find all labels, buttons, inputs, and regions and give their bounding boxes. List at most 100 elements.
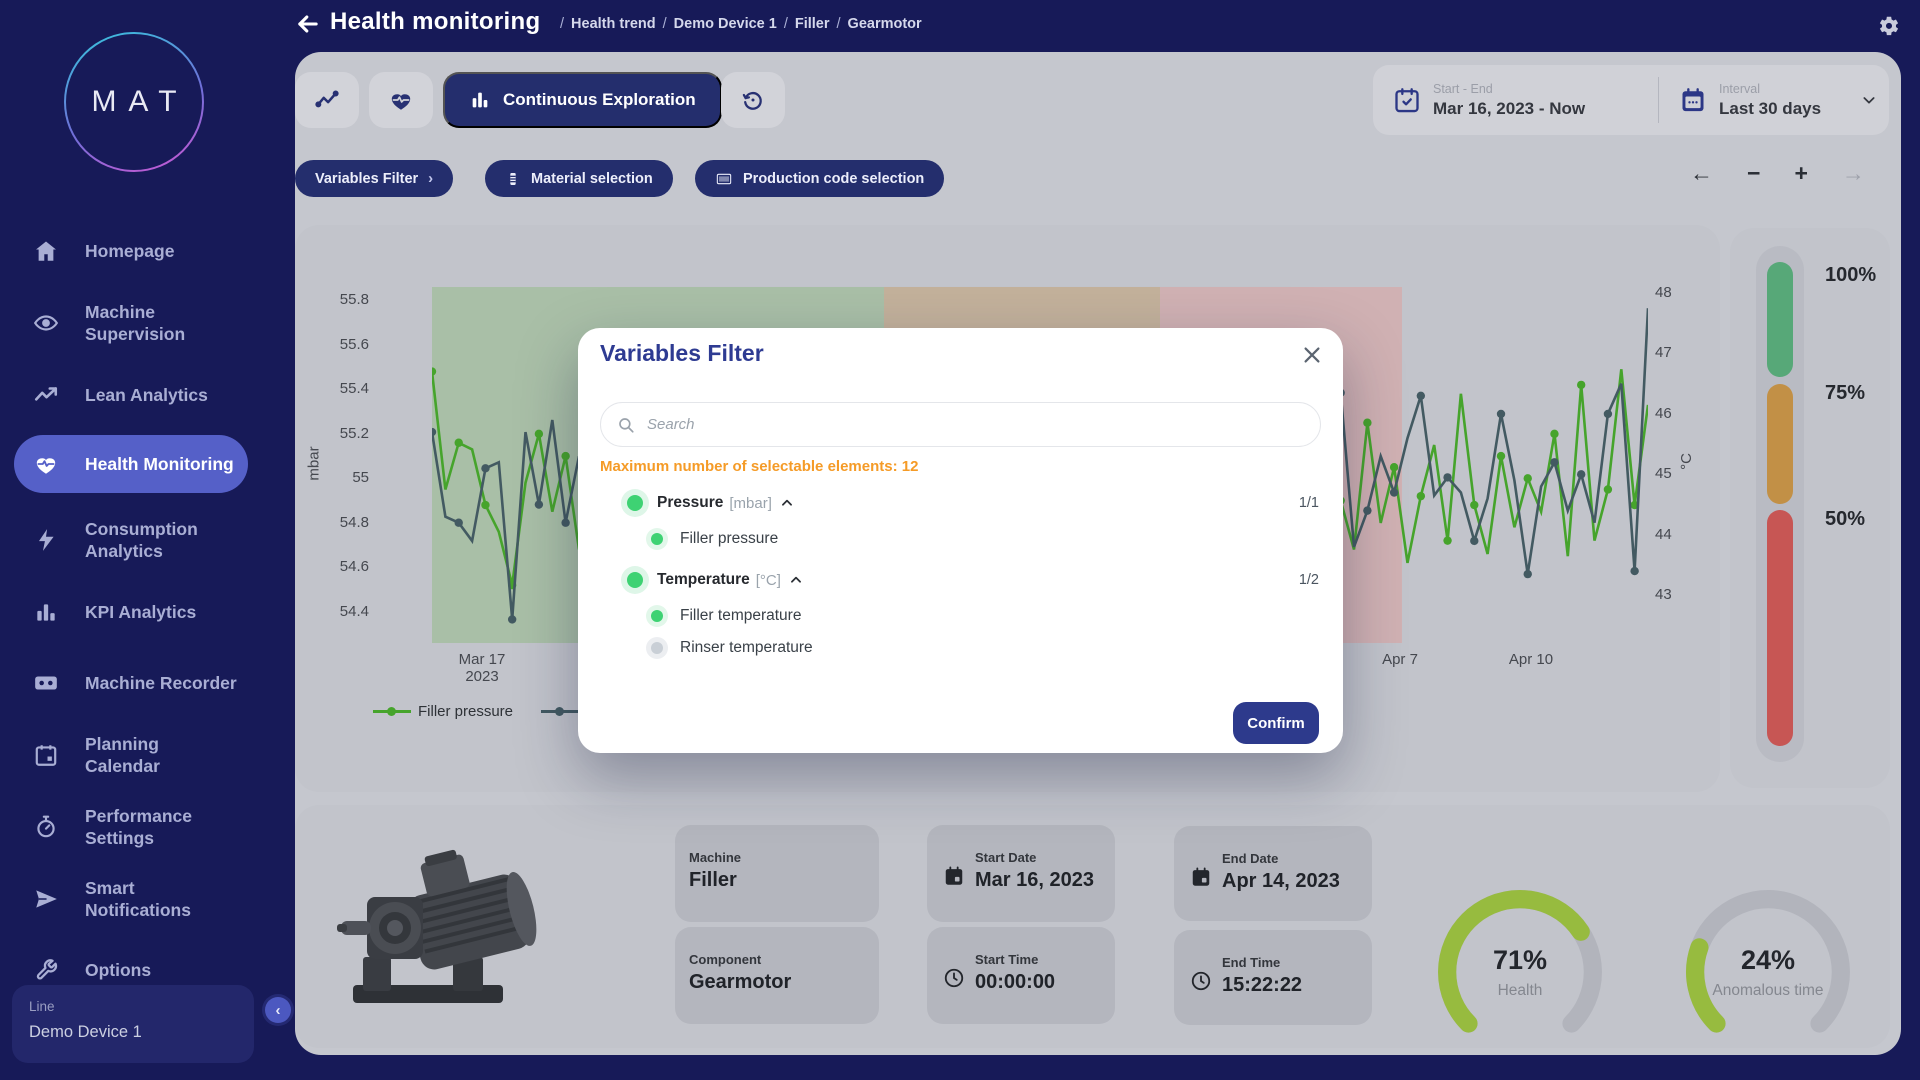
production-code-selection-chip-label: Production code selection xyxy=(743,171,924,187)
right-tick: 48 xyxy=(1655,284,1672,301)
breadcrumb-item-filler[interactable]: Filler xyxy=(795,16,830,32)
line-selector-panel[interactable]: Line Demo Device 1 xyxy=(12,985,254,1063)
sidebar-item-label: Homepage xyxy=(85,240,174,262)
health-view-button[interactable] xyxy=(369,72,433,128)
line-chart-icon xyxy=(314,87,340,113)
cassette-icon xyxy=(33,670,59,696)
right-tick: 45 xyxy=(1655,465,1672,482)
selected-dot-icon[interactable] xyxy=(627,572,643,588)
paper-plane-icon xyxy=(33,886,59,912)
interval-picker[interactable]: Interval Last 30 days xyxy=(1659,65,1877,135)
machine-card: Machine Filler xyxy=(675,825,879,922)
start-time-label: Start Time xyxy=(975,952,1101,967)
sidebar-item-kpi-analytics[interactable]: KPI Analytics xyxy=(0,589,262,635)
start-end-label: Start - End xyxy=(1433,82,1585,96)
trend-line-icon xyxy=(33,382,59,408)
tree-item-label: Filler pressure xyxy=(680,530,778,548)
sidebar-item-homepage[interactable]: Homepage xyxy=(0,228,262,274)
breadcrumb-separator: / xyxy=(663,16,667,32)
left-tick: 55.6 xyxy=(295,336,369,353)
tree-item-filler-pressure[interactable]: Filler pressure xyxy=(578,522,1343,556)
material-selection-chip[interactable]: Material selection xyxy=(485,160,673,197)
chevron-up-icon[interactable] xyxy=(789,573,803,587)
sidebar-item-lean-analytics[interactable]: Lean Analytics xyxy=(0,372,262,418)
left-tick: 55 xyxy=(295,469,369,486)
component-card: Component Gearmotor xyxy=(675,927,879,1024)
sidebar-item-health-monitoring[interactable]: Health Monitoring xyxy=(14,435,248,493)
selected-dot-icon[interactable] xyxy=(651,533,663,545)
component-label: Component xyxy=(689,952,865,967)
asset-info-panel: Machine Filler Component Gearmotor Start… xyxy=(295,805,1890,1048)
production-code-selection-chip[interactable]: Production code selection xyxy=(695,160,944,197)
interval-value: Last 30 days xyxy=(1719,99,1821,119)
left-tick: 54.4 xyxy=(295,603,369,620)
barcode-icon xyxy=(715,171,733,187)
right-tick: 47 xyxy=(1655,344,1672,361)
breadcrumb-separator: / xyxy=(784,16,788,32)
tree-group-pressure[interactable]: Pressure [mbar] 1/1 xyxy=(578,486,1343,520)
chevron-down-icon[interactable] xyxy=(1861,92,1877,108)
line-chart-view-button[interactable] xyxy=(295,72,359,128)
sidebar-item-consumption-analytics[interactable]: Consumption Analytics xyxy=(0,506,230,574)
anomalous-gauge-label: Anomalous time xyxy=(1643,982,1893,1000)
tree-group-temperature[interactable]: Temperature [°C] 1/2 xyxy=(578,563,1343,597)
chevron-up-icon[interactable] xyxy=(780,496,794,510)
selected-dot-icon[interactable] xyxy=(651,610,663,622)
close-icon[interactable] xyxy=(1301,344,1323,366)
calendar-check-icon xyxy=(1393,86,1421,114)
pan-left-button[interactable]: ← xyxy=(1690,160,1713,187)
sidebar-item-machine-supervision[interactable]: Machine Supervision xyxy=(0,289,230,357)
calendar-icon xyxy=(33,742,59,768)
bars-icon xyxy=(469,89,491,111)
modal-title: Variables Filter xyxy=(600,340,764,367)
history-button[interactable] xyxy=(721,72,785,128)
eye-icon xyxy=(33,310,59,336)
sidebar-item-performance-settings[interactable]: Performance Settings xyxy=(0,793,230,861)
back-button[interactable] xyxy=(294,10,322,38)
variables-filter-chip[interactable]: Variables Filter › xyxy=(295,160,453,197)
x-tick: Mar 172023 xyxy=(459,651,506,685)
continuous-exploration-button[interactable]: Continuous Exploration xyxy=(443,72,722,128)
tree-item-rinser-temperature[interactable]: Rinser temperature xyxy=(578,631,1343,665)
end-time-card: End Time 15:22:22 xyxy=(1174,930,1372,1025)
start-end-picker[interactable]: Start - End Mar 16, 2023 - Now xyxy=(1373,65,1658,135)
settings-gear-icon[interactable] xyxy=(1876,14,1902,40)
sidebar-item-label: KPI Analytics xyxy=(85,601,196,623)
heart-icon xyxy=(388,87,414,113)
zoom-out-button[interactable]: − xyxy=(1747,160,1760,187)
sidebar-item-machine-recorder[interactable]: Machine Recorder xyxy=(0,660,262,706)
gearmotor-image xyxy=(335,837,570,1022)
selected-dot-icon[interactable] xyxy=(627,495,643,511)
variables-filter-chip-label: Variables Filter xyxy=(315,171,418,187)
sidebar-item-smart-notifications[interactable]: Smart Notifications xyxy=(0,865,230,933)
breadcrumb-item-gearmotor[interactable]: Gearmotor xyxy=(848,16,922,32)
anomalous-time-gauge: 24% Anomalous time xyxy=(1683,887,1853,1062)
breadcrumb-separator: / xyxy=(837,16,841,32)
breadcrumb-item-device[interactable]: Demo Device 1 xyxy=(674,16,777,32)
legend-label: Filler pressure xyxy=(418,703,513,720)
pan-right-button-disabled[interactable]: → xyxy=(1842,160,1865,187)
scale-label-75: 75% xyxy=(1825,382,1865,405)
start-date-card: Start Date Mar 16, 2023 xyxy=(927,825,1115,922)
search-input[interactable] xyxy=(645,415,1304,434)
wrench-icon xyxy=(33,957,59,983)
end-time-value: 15:22:22 xyxy=(1222,974,1358,997)
search-field[interactable] xyxy=(600,402,1321,447)
left-tick: 55.4 xyxy=(295,380,369,397)
scale-label-100: 100% xyxy=(1825,264,1876,287)
breadcrumb-item-health-trend[interactable]: Health trend xyxy=(571,16,656,32)
confirm-button[interactable]: Confirm xyxy=(1233,702,1319,744)
left-tick: 54.8 xyxy=(295,514,369,531)
unselected-dot-icon[interactable] xyxy=(651,642,663,654)
sidebar-collapse-button[interactable]: ‹ xyxy=(265,997,291,1023)
line-value: Demo Device 1 xyxy=(29,1023,254,1042)
zoom-in-button[interactable]: + xyxy=(1794,160,1807,187)
start-date-label: Start Date xyxy=(975,850,1101,865)
sidebar-item-planning-calendar[interactable]: Planning Calendar xyxy=(0,721,230,789)
left-tick: 55.8 xyxy=(295,291,369,308)
legend-item-pressure[interactable]: Filler pressure xyxy=(373,703,513,720)
calendar-icon xyxy=(1190,866,1212,888)
machine-value: Filler xyxy=(689,869,865,892)
sidebar-item-label: Machine Recorder xyxy=(85,672,237,694)
tree-item-filler-temperature[interactable]: Filler temperature xyxy=(578,599,1343,633)
